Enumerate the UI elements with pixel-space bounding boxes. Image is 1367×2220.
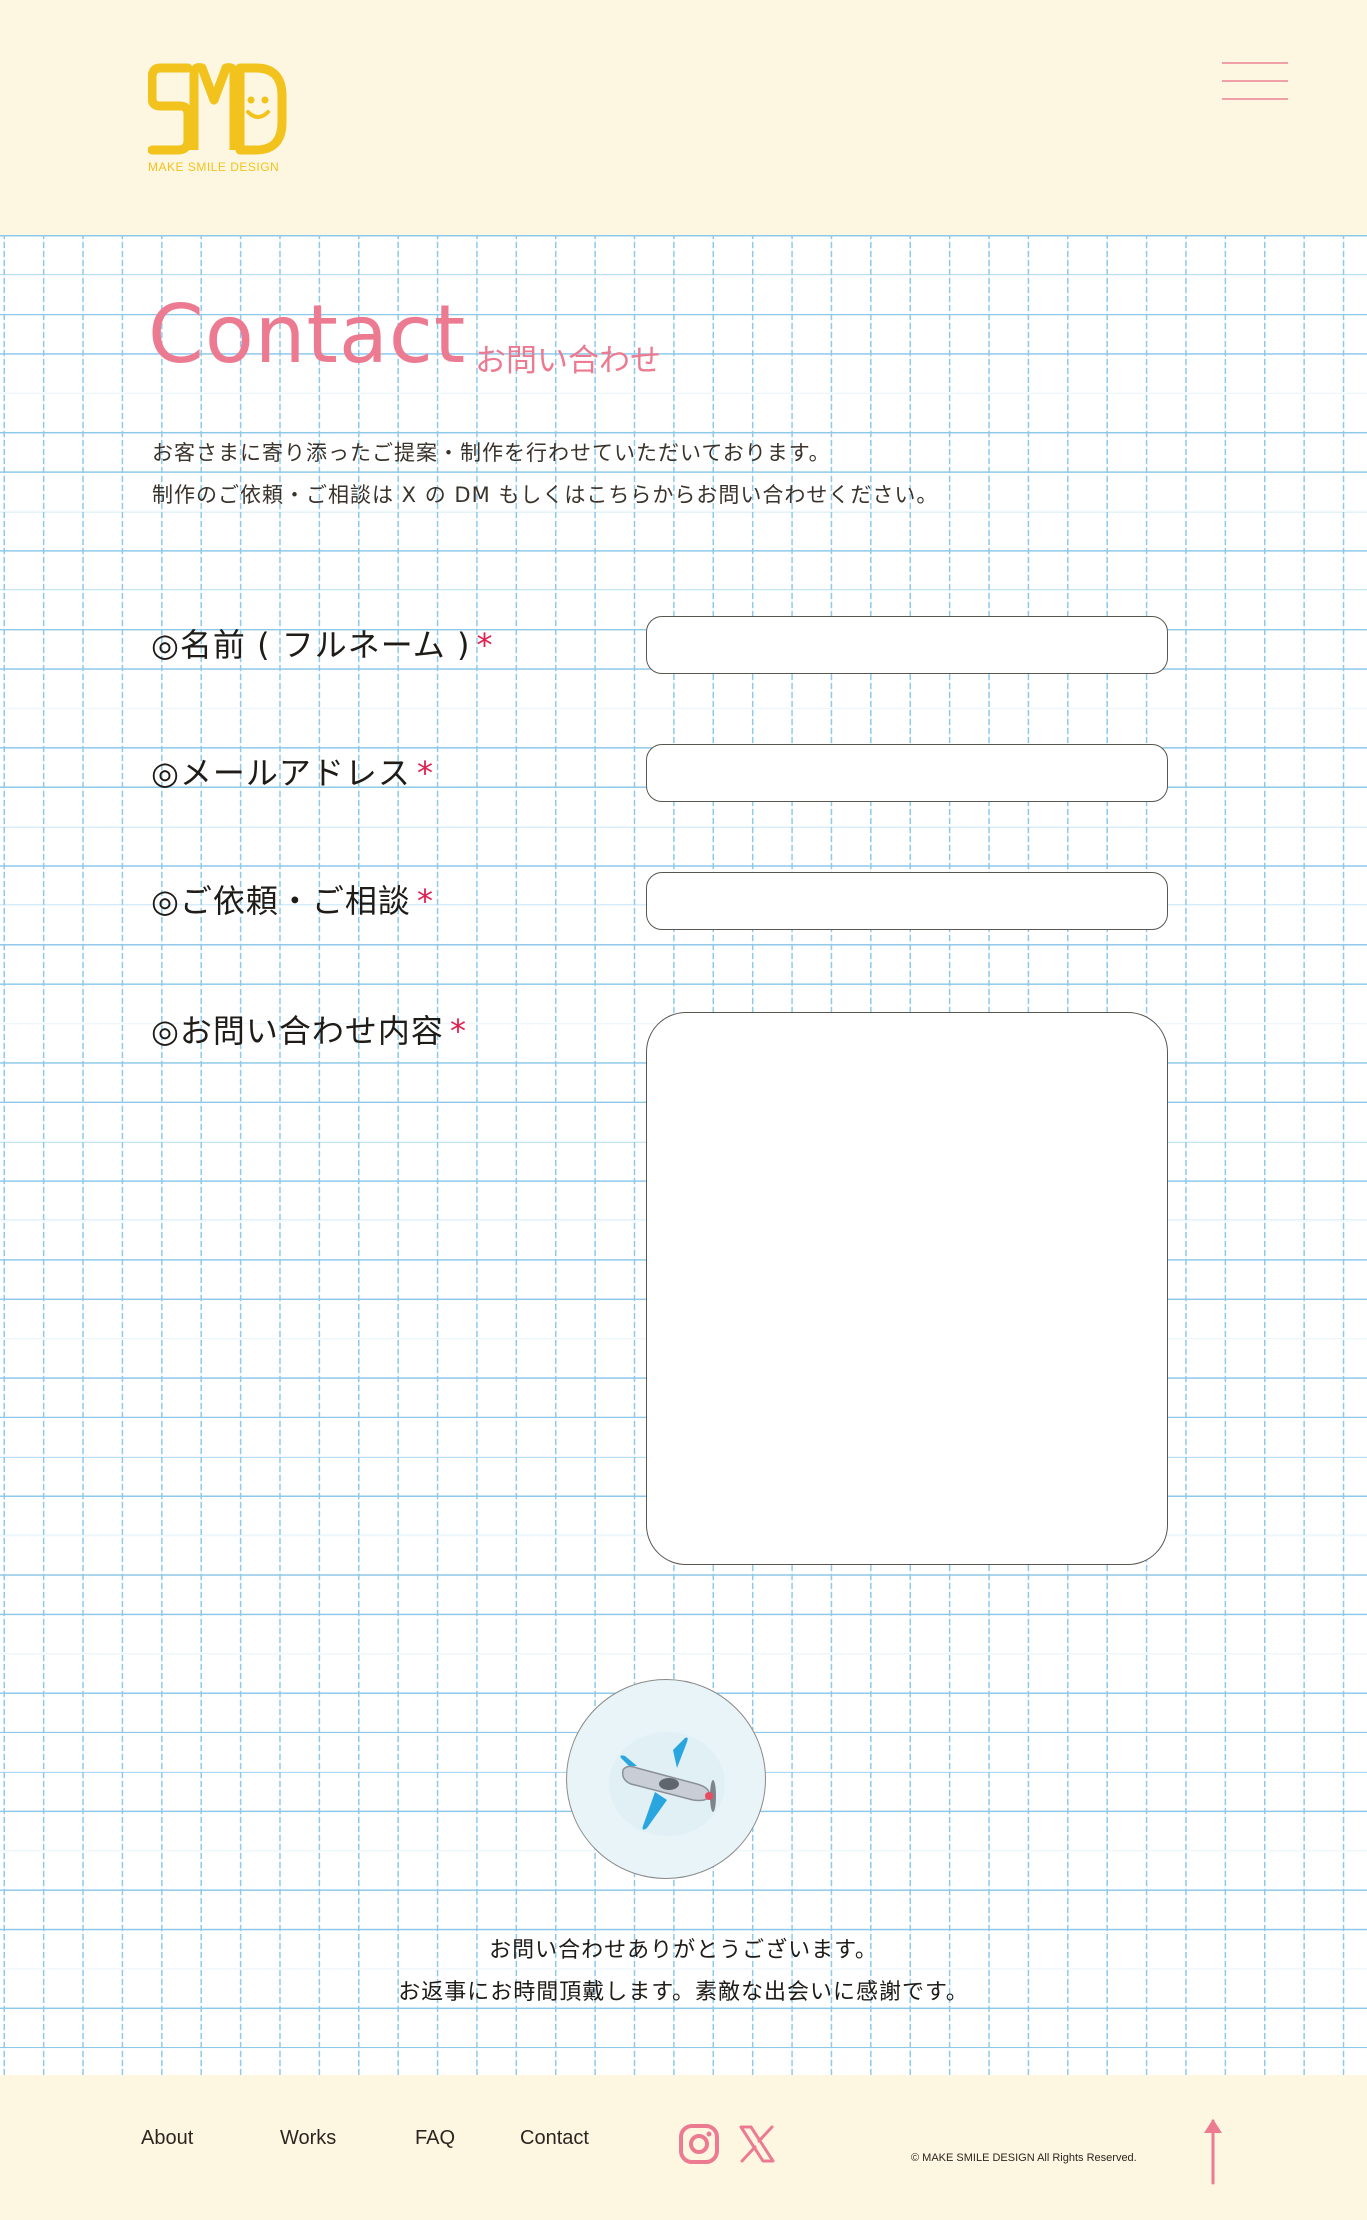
airplane-icon [609, 1732, 725, 1836]
copyright-text: © MAKE SMILE DESIGN All Rights Reserved. [911, 2152, 1137, 2164]
page-title-en: Contact [148, 288, 467, 381]
hamburger-icon-line [1222, 80, 1288, 82]
intro-line: お客さまに寄り添ったご提案・制作を行わせていただいております。 [152, 441, 831, 465]
footer-link-about[interactable]: About [141, 2127, 193, 2150]
required-mark: * [476, 626, 494, 664]
thanks-message: お問い合わせありがとうございます。 お返事にお時間頂戴します。素敵な出会いに感謝… [0, 1930, 1367, 2014]
name-label-text: ◎名前 ( フルネーム ) [151, 626, 471, 664]
site-footer: About Works FAQ Contact © MAKE SMILE DES… [0, 2075, 1367, 2220]
logo-caption: MAKE SMILE DESIGN [148, 160, 280, 174]
logo-mark [147, 63, 287, 155]
required-mark: * [416, 882, 434, 920]
footer-link-faq[interactable]: FAQ [415, 2127, 455, 2150]
topic-field[interactable] [646, 872, 1168, 930]
hamburger-icon-line [1222, 62, 1288, 64]
intro-text: お客さまに寄り添ったご提案・制作を行わせていただいております。 制作のご依頼・ご… [152, 432, 938, 516]
email-input[interactable] [647, 745, 1167, 801]
thanks-line: お返事にお時間頂戴します。素敵な出会いに感謝です。 [398, 1980, 969, 2005]
page-title-jp: お問い合わせ [475, 343, 661, 379]
instagram-icon[interactable] [678, 2123, 720, 2165]
x-icon[interactable] [736, 2123, 778, 2165]
submit-button[interactable] [566, 1679, 766, 1879]
back-to-top-button[interactable] [1200, 2115, 1226, 2185]
topic-label: ◎ご依頼・ご相談 * [151, 876, 434, 922]
footer-link-works[interactable]: Works [280, 2127, 336, 2150]
message-textarea[interactable] [647, 1013, 1167, 1564]
thanks-line: お問い合わせありがとうございます。 [489, 1938, 878, 1963]
intro-line: 制作のご依頼・ご相談は X の DM もしくはこちらからお問い合わせください。 [152, 483, 939, 507]
hamburger-icon-line [1222, 98, 1288, 100]
required-mark: * [416, 754, 434, 792]
topic-input[interactable] [647, 873, 1167, 929]
menu-button[interactable] [1222, 60, 1288, 102]
name-label: ◎名前 ( フルネーム ) * [151, 620, 493, 666]
site-logo[interactable]: MAKE SMILE DESIGN [147, 60, 288, 180]
email-label-text: ◎メールアドレス [151, 754, 411, 792]
site-header: MAKE SMILE DESIGN [0, 0, 1367, 235]
topic-label-text: ◎ご依頼・ご相談 [151, 882, 411, 920]
message-label: ◎お問い合わせ内容 * [151, 1006, 467, 1052]
message-field[interactable] [646, 1012, 1168, 1565]
name-field[interactable] [646, 616, 1168, 674]
name-input[interactable] [647, 617, 1167, 673]
required-mark: * [449, 1012, 467, 1050]
email-label: ◎メールアドレス * [151, 748, 434, 794]
message-label-text: ◎お問い合わせ内容 [151, 1012, 444, 1050]
arrow-up-icon [1204, 2119, 1222, 2185]
email-field[interactable] [646, 744, 1168, 802]
page-title: Contact お問い合わせ [148, 288, 661, 381]
footer-link-contact[interactable]: Contact [520, 2127, 589, 2150]
